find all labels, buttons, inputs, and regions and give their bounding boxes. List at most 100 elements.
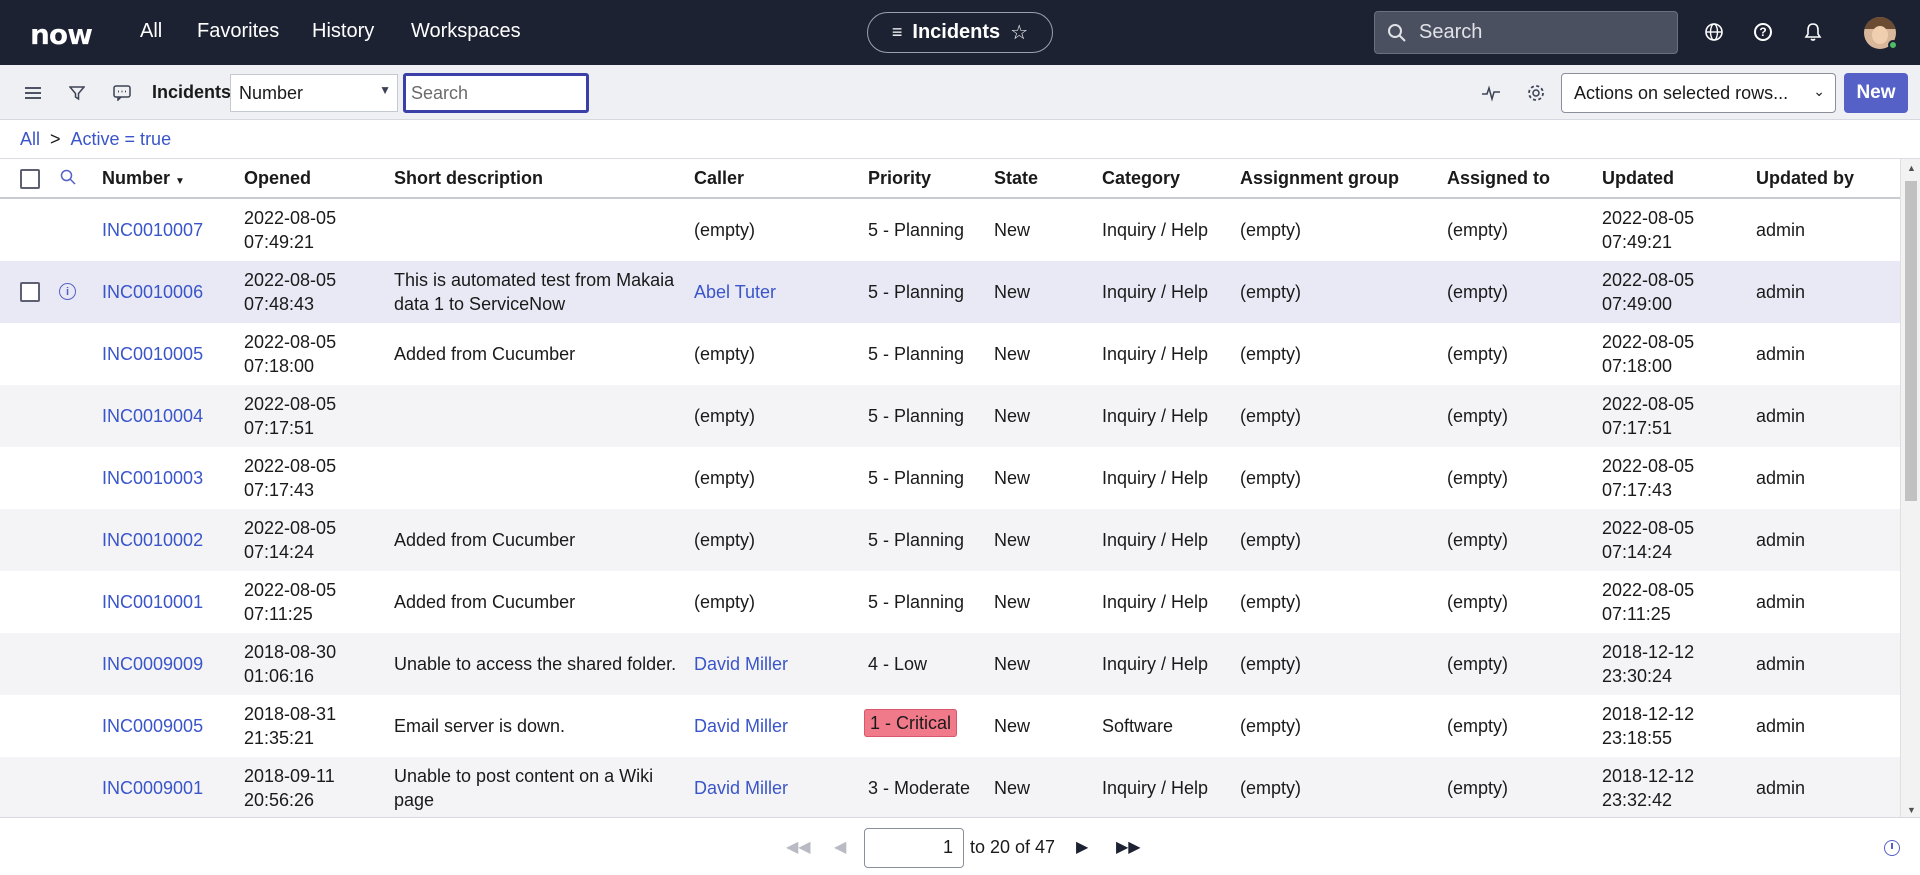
gear-icon[interactable] (1525, 82, 1547, 104)
column-header-number[interactable]: Number ▼ (102, 168, 185, 189)
global-search[interactable]: Search (1374, 11, 1678, 54)
nav-history[interactable]: History (312, 20, 374, 43)
column-header-priority[interactable]: Priority (868, 168, 931, 189)
star-icon[interactable]: ☆ (1010, 20, 1028, 45)
nav-workspaces[interactable]: Workspaces (411, 20, 521, 43)
column-search-icon[interactable] (60, 169, 76, 190)
assignment-group-cell: (empty) (1240, 282, 1302, 302)
category-cell: Software (1102, 716, 1174, 736)
incident-number-link[interactable]: INC0009005 (102, 714, 203, 738)
incident-number-link[interactable]: INC0010004 (102, 404, 203, 428)
column-header-updated[interactable]: Updated (1602, 168, 1674, 189)
state-cell: New (994, 654, 1031, 674)
assignment-group-cell: (empty) (1240, 592, 1302, 612)
context-pill[interactable]: ≡ Incidents ☆ (867, 12, 1053, 53)
column-header-opened[interactable]: Opened (244, 168, 311, 189)
column-header-caller[interactable]: Caller (694, 168, 744, 189)
assignment-group-cell: (empty) (1240, 406, 1302, 426)
updated-by-cell: admin (1756, 530, 1806, 550)
incident-number-link[interactable]: INC0010003 (102, 466, 203, 490)
short-description-cell: Added from Cucumber (394, 592, 576, 612)
previous-page-icon[interactable]: ◀ (834, 837, 846, 857)
incident-number-link[interactable]: INC0009009 (102, 652, 203, 676)
updated-cell: 2018-12-12 23:18:55 (1602, 704, 1695, 748)
category-cell: Inquiry / Help (1102, 468, 1209, 488)
updated-cell: 2022-08-05 07:14:24 (1602, 518, 1695, 562)
incident-number-link[interactable]: INC0010005 (102, 342, 203, 366)
row-checkbox[interactable] (20, 282, 40, 302)
table-row[interactable]: INC0010004 2022-08-05 07:17:51 (empty) 5 - P… (0, 385, 1900, 447)
assigned-to-cell: (empty) (1447, 716, 1509, 736)
incident-number-link[interactable]: INC0010002 (102, 528, 203, 552)
caller-link[interactable]: David Miller (694, 714, 788, 738)
filter-icon[interactable] (66, 82, 88, 104)
response-time-icon[interactable] (1884, 840, 1900, 856)
caller-link[interactable]: David Miller (694, 652, 788, 676)
globe-icon[interactable] (1702, 20, 1726, 44)
select-all-checkbox[interactable] (20, 169, 40, 189)
page-number-input[interactable]: 1 (864, 828, 964, 868)
state-cell: New (994, 468, 1031, 488)
column-header-category[interactable]: Category (1102, 168, 1180, 189)
updated-cell: 2022-08-05 07:17:43 (1602, 456, 1695, 500)
table-row[interactable]: INC0010005 2022-08-05 07:18:00 Added from C… (0, 323, 1900, 385)
table-row[interactable]: INC0009005 2018-08-31 21:35:21 Email server… (0, 695, 1900, 757)
assignment-group-cell: (empty) (1240, 654, 1302, 674)
next-page-icon[interactable]: ▶ (1076, 837, 1088, 857)
table-row[interactable]: i INC0010006 2022-08-05 07:48:43 This is aut… (0, 261, 1900, 323)
table-row[interactable]: INC0010003 2022-08-05 07:17:43 (empty) 5 - P… (0, 447, 1900, 509)
column-header-short-description[interactable]: Short description (394, 168, 543, 189)
scroll-down-icon[interactable]: ▼ (1907, 805, 1916, 815)
assigned-to-cell: (empty) (1447, 282, 1509, 302)
caller-link[interactable]: Abel Tuter (694, 280, 776, 304)
column-header-updated-by[interactable]: Updated by (1756, 168, 1854, 189)
assigned-to-cell: (empty) (1447, 778, 1509, 798)
opened-cell: 2022-08-05 07:14:24 (244, 518, 337, 562)
search-field-select[interactable]: Number ▼ (230, 74, 398, 112)
last-page-icon[interactable]: ▶▶ (1116, 837, 1141, 857)
updated-by-cell: admin (1756, 344, 1806, 364)
first-page-icon[interactable]: ◀◀ (786, 837, 811, 857)
scrollbar-thumb[interactable] (1905, 181, 1917, 501)
activity-pulse-icon[interactable] (1480, 82, 1502, 104)
breadcrumb-filter[interactable]: Active = true (71, 129, 172, 150)
actions-on-selected-rows-select[interactable]: Actions on selected rows... ⌄ (1561, 73, 1836, 113)
table-row[interactable]: INC0009001 2018-09-11 20:56:26 Unable to po… (0, 757, 1900, 819)
table-row[interactable]: INC0010001 2022-08-05 07:11:25 Added from C… (0, 571, 1900, 633)
new-button[interactable]: New (1844, 73, 1908, 113)
incident-number-link[interactable]: INC0010006 (102, 280, 203, 304)
incident-number-link[interactable]: INC0009001 (102, 776, 203, 800)
chat-icon[interactable] (111, 82, 133, 104)
hamburger-menu-icon[interactable] (22, 82, 44, 104)
table-row[interactable]: INC0009009 2018-08-30 01:06:16 Unable to ac… (0, 633, 1900, 695)
bell-icon[interactable] (1801, 20, 1825, 44)
table-row[interactable]: INC0010007 2022-08-05 07:49:21 (empty) 5 - P… (0, 199, 1900, 261)
assigned-to-cell: (empty) (1447, 592, 1509, 612)
table-row[interactable]: INC0010002 2022-08-05 07:14:24 Added from C… (0, 509, 1900, 571)
category-cell: Inquiry / Help (1102, 344, 1209, 364)
caller-link[interactable]: David Miller (694, 776, 788, 800)
incident-number-link[interactable]: INC0010007 (102, 218, 203, 242)
column-header-assignment-group[interactable]: Assignment group (1240, 168, 1399, 189)
updated-by-cell: admin (1756, 406, 1806, 426)
info-icon[interactable]: i (59, 283, 76, 300)
updated-cell: 2018-12-12 23:32:42 (1602, 766, 1695, 810)
updated-cell: 2022-08-05 07:49:21 (1602, 208, 1695, 252)
column-header-state[interactable]: State (994, 168, 1038, 189)
state-cell: New (994, 530, 1031, 550)
priority-cell: 4 - Low (868, 654, 928, 674)
column-header-assigned-to[interactable]: Assigned to (1447, 168, 1550, 189)
nav-all[interactable]: All (140, 20, 162, 43)
assigned-to-cell: (empty) (1447, 406, 1509, 426)
priority-cell: 5 - Planning (868, 220, 965, 240)
priority-cell: 1 - Critical (864, 709, 958, 737)
breadcrumb-all[interactable]: All (20, 129, 40, 150)
nav-favorites[interactable]: Favorites (197, 20, 279, 43)
vertical-scrollbar[interactable]: ▲ ▼ (1900, 159, 1920, 817)
state-cell: New (994, 592, 1031, 612)
incident-number-link[interactable]: INC0010001 (102, 590, 203, 614)
help-icon[interactable]: ? (1751, 20, 1775, 44)
scroll-up-icon[interactable]: ▲ (1907, 163, 1916, 173)
servicenow-logo[interactable]: now (30, 18, 93, 51)
list-search-input[interactable] (403, 73, 589, 113)
